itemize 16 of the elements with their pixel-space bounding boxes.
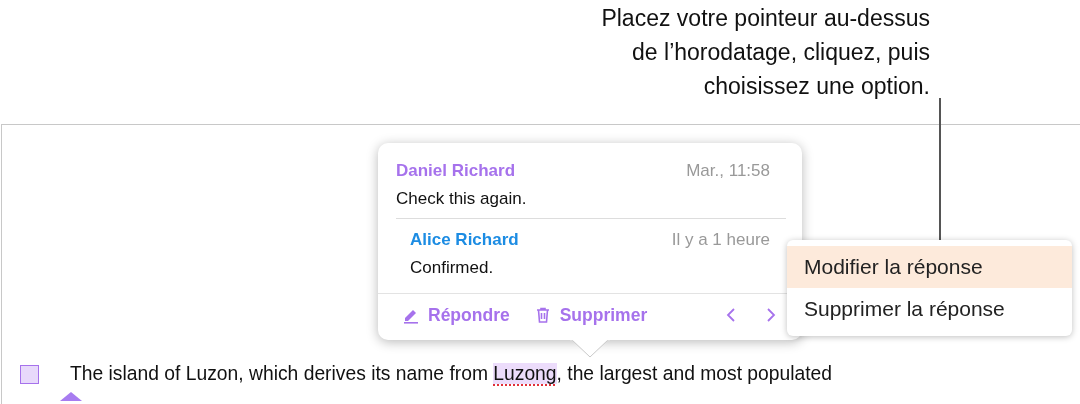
comment-author: Alice Richard [410, 230, 519, 250]
timestamp[interactable]: Il y a 1 heure [671, 230, 770, 250]
comment-text: Check this again. [396, 189, 528, 209]
reply-button[interactable]: Répondre [402, 304, 510, 326]
delete-button[interactable]: Supprimer [533, 304, 648, 326]
comment-text: Confirmed. [410, 258, 495, 278]
menu-item[interactable]: Supprimer la réponse [787, 288, 1072, 330]
paragraph-text: The island of Luzon, which derives its name from Luzong, the largest and most populated [70, 363, 833, 385]
comment-marker-icon [20, 364, 39, 384]
annotation-text: de l’horodatage, cliquez, puis [632, 38, 930, 67]
menu-item[interactable]: Modifier la réponse [787, 246, 1072, 288]
timestamp[interactable]: Mar., 11:58 [686, 161, 770, 181]
insertion-triangle-icon [60, 392, 82, 401]
annotation-text: Placez votre pointeur au-dessus [601, 4, 930, 33]
annotation-text: choisissez une option. [703, 72, 930, 101]
comment-author: Daniel Richard [396, 161, 516, 181]
